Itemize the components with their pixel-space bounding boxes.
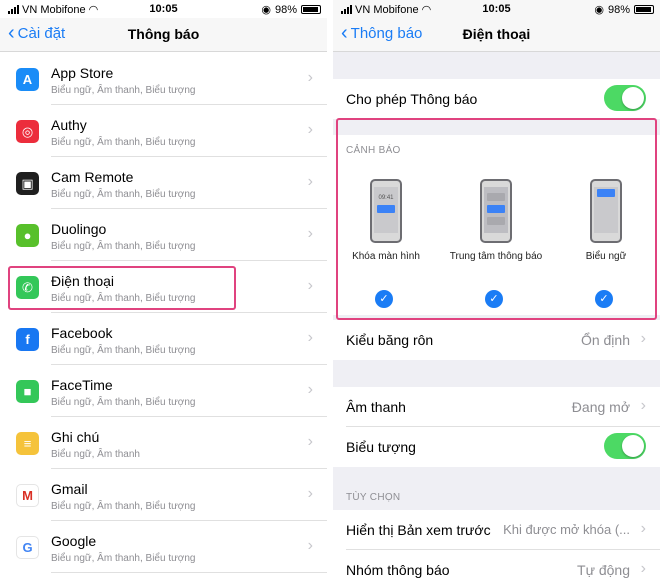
app-alert-summary: Biểu ngữ, Âm thanh bbox=[51, 449, 140, 460]
chevron-right-icon: › bbox=[640, 520, 646, 537]
app-row[interactable]: ● Duolingo Biểu ngữ, Âm thanh, Biểu tượng › bbox=[0, 209, 327, 261]
app-row[interactable]: G Google Biểu ngữ, Âm thanh, Biểu tượng › bbox=[0, 521, 327, 573]
sound-row[interactable]: Âm thanh Đang mở › bbox=[333, 387, 660, 427]
app-alert-summary: Biểu ngữ, Âm thanh, Biểu tượng bbox=[51, 189, 196, 200]
app-row[interactable]: ◎ Authy Biểu ngữ, Âm thanh, Biểu tượng › bbox=[0, 105, 327, 157]
allow-notifications-row: Cho phép Thông báo bbox=[333, 79, 660, 119]
authy-icon: ◎ bbox=[16, 120, 39, 143]
allow-notifications-label: Cho phép Thông báo bbox=[346, 91, 478, 107]
app-alert-summary: Biểu ngữ, Âm thanh, Biểu tượng bbox=[51, 345, 196, 356]
app-name: Ghi chú bbox=[51, 429, 100, 445]
options-header: TÙY CHỌN bbox=[346, 492, 401, 503]
battery-percent: 98% bbox=[607, 3, 630, 16]
chevron-right-icon: › bbox=[307, 433, 313, 450]
chevron-right-icon: › bbox=[307, 277, 313, 294]
chevron-right-icon: › bbox=[640, 397, 646, 414]
lock-rotation-icon: ◉ bbox=[261, 4, 271, 16]
sound-label: Âm thanh bbox=[346, 399, 406, 415]
banner-style-value: Ổn định bbox=[580, 332, 630, 348]
nav-bar: ‹ Thông báo Điện thoại bbox=[333, 18, 660, 52]
app-name: FaceTime bbox=[51, 377, 113, 393]
chevron-right-icon: › bbox=[307, 121, 313, 138]
app-name: Google bbox=[51, 533, 97, 549]
battery-icon bbox=[634, 5, 654, 14]
app-row[interactable]: ≡ Ghi chú Biểu ngữ, Âm thanh › bbox=[0, 417, 327, 469]
highlight-frame bbox=[336, 118, 657, 320]
highlight-frame bbox=[8, 266, 236, 310]
status-bar: VN Mobifone ◠ 10:05 ◉ 98% bbox=[0, 0, 327, 18]
chevron-right-icon: › bbox=[307, 225, 313, 242]
battery-icon bbox=[301, 5, 321, 14]
app-name: Facebook bbox=[51, 325, 113, 341]
banner-style-row[interactable]: Kiểu băng rôn Ổn định › bbox=[333, 320, 660, 360]
app-name: Gmail bbox=[51, 481, 88, 497]
badge-toggle[interactable] bbox=[604, 433, 646, 459]
show-previews-label: Hiển thị Bản xem trước bbox=[346, 522, 491, 538]
google-icon: G bbox=[16, 536, 39, 559]
notification-grouping-label: Nhóm thông báo bbox=[346, 562, 450, 578]
app-name: App Store bbox=[51, 65, 114, 81]
show-previews-value: Khi được mở khóa (... bbox=[503, 522, 630, 537]
app-row[interactable]: ▣ Cam Remote Biểu ngữ, Âm thanh, Biểu tượn… bbox=[0, 157, 327, 209]
app-row[interactable]: ■ FaceTime Biểu ngữ, Âm thanh, Biểu tượng › bbox=[0, 365, 327, 417]
badge-row: Biểu tượng bbox=[333, 427, 660, 467]
sound-value: Đang mở bbox=[571, 399, 630, 415]
facebook-icon: f bbox=[16, 328, 39, 351]
phone-notification-settings-screen: VN Mobifone ◠ 10:05 ◉ 98% ‹ Thông báo Đi… bbox=[333, 0, 660, 587]
app-name: Authy bbox=[51, 117, 87, 133]
chevron-right-icon: › bbox=[307, 69, 313, 86]
page-title: Điện thoại bbox=[462, 26, 531, 42]
show-previews-row[interactable]: Hiển thị Bản xem trước Khi được mở khóa … bbox=[333, 510, 660, 550]
notes-icon: ≡ bbox=[16, 432, 39, 455]
app-store-icon: A bbox=[16, 68, 39, 91]
chevron-right-icon: › bbox=[307, 329, 313, 346]
lock-rotation-icon: ◉ bbox=[594, 4, 604, 16]
app-alert-summary: Biểu ngữ, Âm thanh, Biểu tượng bbox=[51, 501, 196, 512]
page-title: Thông báo bbox=[127, 26, 200, 42]
battery-percent: 98% bbox=[274, 3, 297, 16]
app-alert-summary: Biểu ngữ, Âm thanh, Biểu tượng bbox=[51, 85, 196, 96]
notifications-screen: VN Mobifone ◠ 10:05 ◉ 98% ‹ Cài đặt Thôn… bbox=[0, 0, 327, 587]
app-alert-summary: Biểu ngữ, Âm thanh, Biểu tượng bbox=[51, 137, 196, 148]
app-row[interactable]: A App Store Biểu ngữ, Âm thanh, Biểu tượng… bbox=[0, 53, 327, 105]
app-row[interactable]: M Gmail Biểu ngữ, Âm thanh, Biểu tượng › bbox=[0, 469, 327, 521]
chevron-right-icon: › bbox=[307, 381, 313, 398]
cam-remote-icon: ▣ bbox=[16, 172, 39, 195]
duolingo-icon: ● bbox=[16, 224, 39, 247]
app-alert-summary: Biểu ngữ, Âm thanh, Biểu tượng bbox=[51, 397, 196, 408]
chevron-right-icon: › bbox=[307, 173, 313, 190]
chevron-right-icon: › bbox=[640, 330, 646, 347]
app-row[interactable]: f Facebook Biểu ngữ, Âm thanh, Biểu tượng › bbox=[0, 313, 327, 365]
app-name: Cam Remote bbox=[51, 169, 134, 185]
gmail-icon: M bbox=[16, 484, 39, 507]
notification-grouping-row[interactable]: Nhóm thông báo Tự động › bbox=[333, 550, 660, 587]
chevron-right-icon: › bbox=[640, 560, 646, 577]
facetime-icon: ■ bbox=[16, 380, 39, 403]
allow-notifications-toggle[interactable] bbox=[604, 85, 646, 111]
banner-style-label: Kiểu băng rôn bbox=[346, 332, 434, 348]
app-alert-summary: Biểu ngữ, Âm thanh, Biểu tượng bbox=[51, 553, 196, 564]
chevron-right-icon: › bbox=[307, 537, 313, 554]
notification-grouping-value: Tự động bbox=[577, 562, 630, 578]
nav-bar: ‹ Cài đặt Thông báo bbox=[0, 18, 327, 52]
app-name: Duolingo bbox=[51, 221, 107, 237]
status-bar: VN Mobifone ◠ 10:05 ◉ 98% bbox=[333, 0, 660, 18]
app-alert-summary: Biểu ngữ, Âm thanh, Biểu tượng bbox=[51, 241, 196, 252]
badge-label: Biểu tượng bbox=[346, 439, 416, 455]
chevron-right-icon: › bbox=[307, 485, 313, 502]
